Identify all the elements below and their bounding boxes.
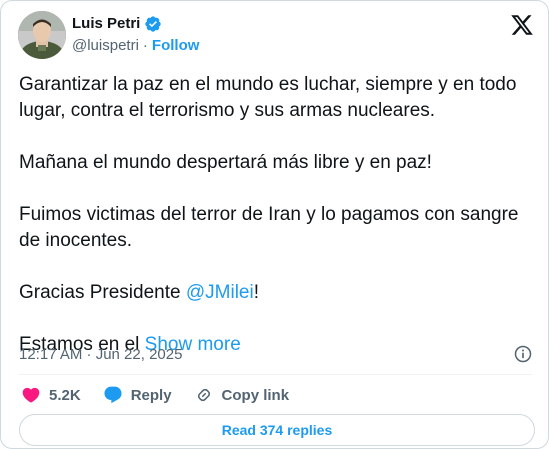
avatar[interactable] [18,11,66,59]
name-row: Luis Petri [72,15,162,33]
info-icon[interactable] [513,344,533,364]
display-name[interactable]: Luis Petri [72,15,140,33]
verified-badge-icon [145,16,162,32]
follow-button[interactable]: Follow [152,37,200,55]
author-handle[interactable]: @luispetri [72,37,139,55]
divider [19,374,532,375]
tweet-paragraph-3: Fuimos victimas del terror de Iran y lo … [19,204,519,251]
reply-bubble-icon [104,386,122,404]
timestamp[interactable]: 12:17 AM · Jun 22, 2025 [19,346,182,363]
link-icon [197,388,210,402]
tweet-paragraph-4: Gracias Presidente @JMilei! [19,280,529,306]
like-button[interactable]: 5.2K [21,385,81,405]
meta-row: 12:17 AM · Jun 22, 2025 [19,344,533,364]
mention-link[interactable]: @JMilei [186,282,254,303]
tweet-text: Garantizar la paz en el mundo es luchar,… [19,72,529,358]
action-bar: 5.2K Reply Copy link [21,383,311,407]
x-logo-icon[interactable] [510,13,534,37]
copy-link-button[interactable]: Copy link [194,385,290,405]
like-count: 5.2K [49,386,81,404]
reply-label: Reply [130,386,172,404]
thanks-text: Gracias Presidente [19,282,186,303]
copy-link-label: Copy link [221,386,290,404]
thanks-suffix: ! [253,282,259,303]
tweet-header: Luis Petri @luispetri · Follow [18,11,538,61]
separator-dot: · [142,37,148,54]
tweet-paragraph-2: Mañana el mundo despertará más libre y e… [19,152,432,173]
tweet-paragraph-1: Garantizar la paz en el mundo es luchar,… [19,74,517,121]
read-replies-button[interactable]: Read 374 replies [19,414,535,446]
handle-row: @luispetri · Follow [72,37,199,55]
tweet-card: Luis Petri @luispetri · Follow Garantiza… [0,0,549,449]
heart-icon [22,387,40,403]
reply-button[interactable]: Reply [103,385,172,405]
